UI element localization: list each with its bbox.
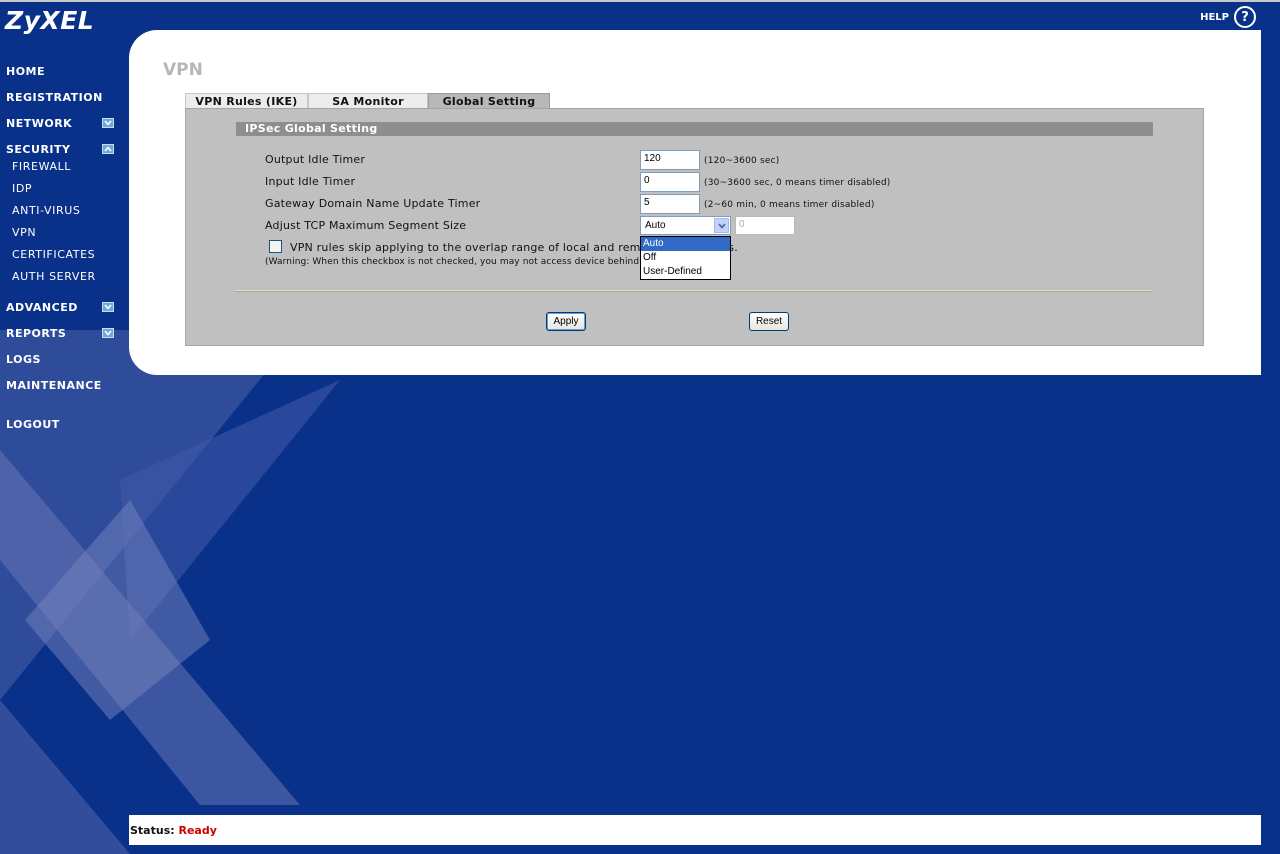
nav-advanced[interactable]: ADVANCED <box>6 301 78 314</box>
nav-security[interactable]: SECURITY <box>6 143 70 156</box>
status-label: Status: <box>130 824 175 837</box>
gateway-dns-label: Gateway Domain Name Update Timer <box>265 197 481 210</box>
reports-expand-icon[interactable] <box>102 328 114 338</box>
tab-bar: VPN Rules (IKE) SA Monitor Global Settin… <box>185 93 550 108</box>
dropdown-option-user-defined[interactable]: User-Defined <box>641 265 730 279</box>
help-label: HELP <box>1200 11 1229 23</box>
nav-firewall[interactable]: FIREWALL <box>12 160 71 173</box>
status-value: Ready <box>178 824 217 837</box>
nav-auth-server[interactable]: AUTH SERVER <box>12 270 96 283</box>
status-bar: Status: Ready <box>129 815 1261 845</box>
gateway-dns-hint: (2~60 min, 0 means timer disabled) <box>704 200 875 210</box>
input-idle-input[interactable]: 0 <box>640 172 700 192</box>
advanced-expand-icon[interactable] <box>102 302 114 312</box>
tcp-mss-select[interactable]: Auto <box>640 216 731 235</box>
top-border <box>0 0 1280 2</box>
output-idle-input[interactable]: 120 <box>640 150 700 170</box>
help-link[interactable]: HELP ? <box>1200 6 1256 28</box>
chevron-down-icon[interactable] <box>714 218 729 233</box>
tcp-mss-value-input[interactable]: 0 <box>735 216 795 235</box>
tab-vpn-rules[interactable]: VPN Rules (IKE) <box>185 93 308 108</box>
skip-overlap-checkbox[interactable] <box>269 240 282 253</box>
nav-idp[interactable]: IDP <box>12 182 32 195</box>
tcp-mss-selected: Auto <box>645 220 666 231</box>
output-idle-label: Output Idle Timer <box>265 153 366 166</box>
settings-form: IPSec Global Setting Output Idle Timer 1… <box>185 108 1204 346</box>
nav-home[interactable]: HOME <box>6 65 45 78</box>
security-collapse-icon[interactable] <box>102 144 114 154</box>
dropdown-option-auto[interactable]: Auto <box>641 237 730 251</box>
nav-registration[interactable]: REGISTRATION <box>6 91 103 104</box>
nav-logout[interactable]: LOGOUT <box>6 418 60 431</box>
input-idle-label: Input Idle Timer <box>265 175 356 188</box>
input-idle-hint: (30~3600 sec, 0 means timer disabled) <box>704 178 891 188</box>
help-icon: ? <box>1234 6 1256 28</box>
nav-maintenance[interactable]: MAINTENANCE <box>6 379 102 392</box>
dropdown-option-off[interactable]: Off <box>641 251 730 265</box>
nav-logs[interactable]: LOGS <box>6 353 41 366</box>
tab-global-setting[interactable]: Global Setting <box>428 93 550 108</box>
main-panel: VPN VPN Rules (IKE) SA Monitor Global Se… <box>129 30 1261 375</box>
apply-button[interactable]: Apply <box>546 312 586 331</box>
tab-sa-monitor[interactable]: SA Monitor <box>308 93 428 108</box>
network-expand-icon[interactable] <box>102 118 114 128</box>
tcp-mss-dropdown-list: Auto Off User-Defined <box>640 236 731 280</box>
nav-vpn[interactable]: VPN <box>12 226 36 239</box>
zyxel-logo: ZyXEL <box>5 6 95 35</box>
gateway-dns-input[interactable]: 5 <box>640 194 700 214</box>
output-idle-hint: (120~3600 sec) <box>704 156 780 166</box>
section-title: IPSec Global Setting <box>236 122 1153 136</box>
nav-certificates[interactable]: CERTIFICATES <box>12 248 95 261</box>
nav-anti-virus[interactable]: ANTI-VIRUS <box>12 204 81 217</box>
reset-button[interactable]: Reset <box>749 312 789 331</box>
page-title: VPN <box>163 60 203 80</box>
nav-network[interactable]: NETWORK <box>6 117 72 130</box>
tcp-mss-label: Adjust TCP Maximum Segment Size <box>265 219 467 232</box>
divider <box>236 290 1153 292</box>
nav-reports[interactable]: REPORTS <box>6 327 66 340</box>
